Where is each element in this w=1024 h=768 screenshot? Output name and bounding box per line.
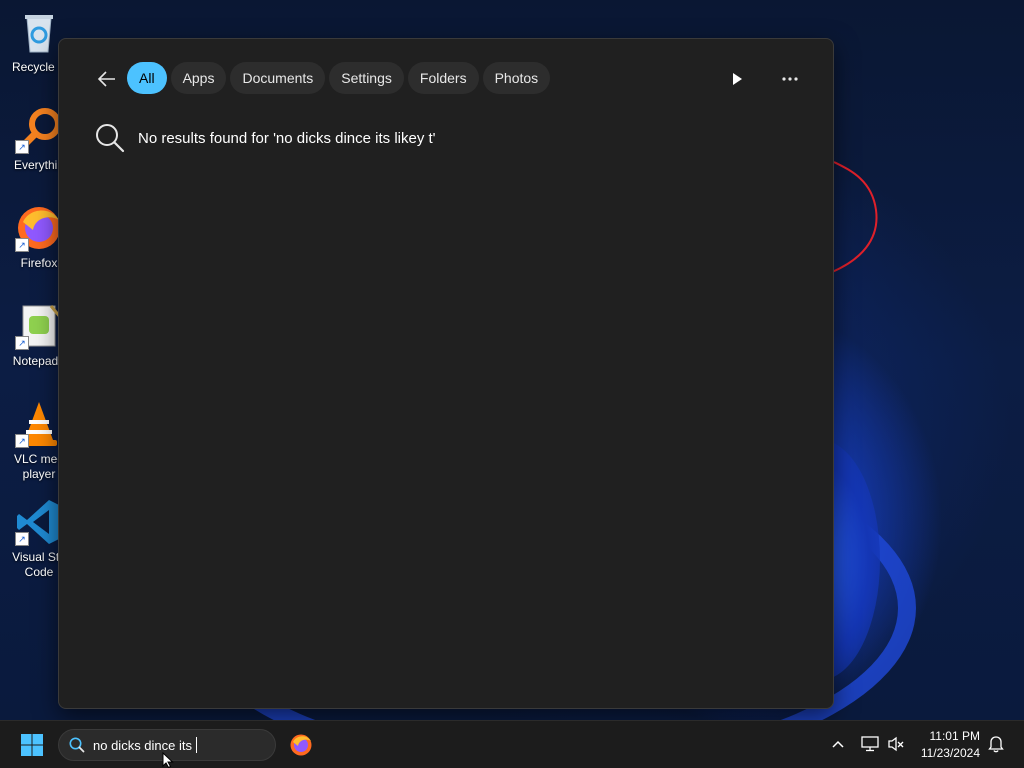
filter-tab-apps[interactable]: Apps <box>170 62 227 94</box>
show-hidden-icons-button[interactable] <box>827 733 849 755</box>
network-status-button[interactable] <box>859 733 881 755</box>
chevron-up-icon <box>832 740 844 748</box>
vscode-icon: ↗ <box>15 498 63 546</box>
shortcut-arrow-icon: ↗ <box>15 140 29 154</box>
shortcut-arrow-icon: ↗ <box>15 434 29 448</box>
firefox-icon: ↗ <box>15 204 63 252</box>
volume-muted-icon <box>888 736 904 752</box>
filter-tab-settings[interactable]: Settings <box>329 62 404 94</box>
filter-tabs: All Apps Documents Settings Folders Phot… <box>127 62 551 94</box>
notepad-plus-plus-icon: ↗ <box>15 302 63 350</box>
arrow-left-icon <box>97 71 115 87</box>
filter-tab-photos[interactable]: Photos <box>482 62 551 94</box>
bell-icon <box>988 736 1004 753</box>
back-button[interactable] <box>93 65 121 93</box>
filter-tab-documents[interactable]: Documents <box>230 62 326 94</box>
start-button[interactable] <box>14 729 50 761</box>
search-icon <box>96 124 125 153</box>
shortcut-arrow-icon: ↗ <box>15 336 29 350</box>
search-icon <box>69 737 85 753</box>
recycle-bin-icon <box>15 8 63 56</box>
taskbar-search-text: no dicks dince its <box>93 737 192 753</box>
no-results-text: No results found for 'no dicks dince its… <box>138 129 436 147</box>
ellipsis-icon <box>782 77 798 81</box>
notifications-button[interactable] <box>985 733 1007 755</box>
no-results-message: No results found for 'no dicks dince its… <box>95 123 436 153</box>
mouse-cursor-icon <box>162 752 174 768</box>
taskbar: no dicks dince its 11:01 PM 11/23/2024 <box>0 720 1024 768</box>
play-icon <box>733 73 742 85</box>
network-icon <box>861 736 879 752</box>
text-caret <box>196 737 197 753</box>
clock[interactable]: 11:01 PM 11/23/2024 <box>910 728 980 762</box>
everything-search-icon: ↗ <box>15 106 63 154</box>
vlc-icon: ↗ <box>15 400 63 448</box>
firefox-icon <box>290 734 312 756</box>
play-button[interactable] <box>723 65 751 93</box>
filter-tab-folders[interactable]: Folders <box>407 62 479 94</box>
clock-time: 11:01 PM <box>929 729 980 743</box>
shortcut-arrow-icon: ↗ <box>15 238 29 252</box>
filter-tab-all[interactable]: All <box>127 62 167 94</box>
shortcut-arrow-icon: ↗ <box>15 532 29 546</box>
windows-logo-icon <box>21 734 43 756</box>
taskbar-firefox-button[interactable] <box>284 729 318 761</box>
clock-date: 11/23/2024 <box>920 746 980 760</box>
more-options-button[interactable] <box>775 65 805 93</box>
volume-button[interactable] <box>885 733 907 755</box>
search-flyout: All Apps Documents Settings Folders Phot… <box>58 38 834 709</box>
